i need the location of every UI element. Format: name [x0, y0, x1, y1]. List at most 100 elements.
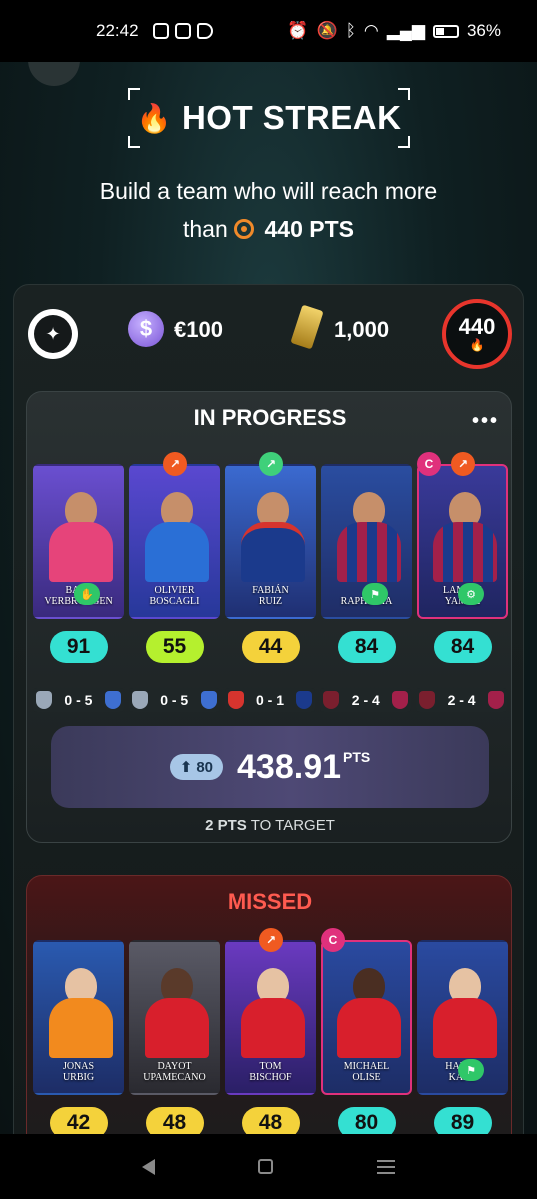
- boost-icon: ⚑: [362, 583, 388, 605]
- home-club-crest: [36, 691, 52, 709]
- player-card[interactable]: HARRYKANE ⚑: [417, 940, 508, 1095]
- league-badge-icon[interactable]: ✦: [28, 309, 78, 359]
- orange-boost-icon: ↗: [259, 928, 283, 952]
- player-name: OLIVIER BOSCAGLI: [149, 585, 200, 607]
- system-icons: ⏰ 🔕 ᛒ ◠ ▂▄▆ 36%: [287, 21, 501, 41]
- subtitle-line2: than 440 PTS: [0, 210, 537, 248]
- recents-icon[interactable]: [377, 1159, 396, 1174]
- player-kit: [241, 522, 305, 582]
- player-card[interactable]: TOM BISCHOF: [225, 940, 316, 1095]
- player-name: FABIÁN RUIZ: [252, 585, 289, 607]
- player-slot[interactable]: ↗ OLIVIER BOSCAGLI 55: [129, 452, 220, 663]
- fixture-result: 0 - 1: [224, 688, 316, 712]
- player-score: 91: [49, 631, 108, 663]
- player-score: 48: [145, 1107, 204, 1134]
- boost-icon: ⚑: [458, 1059, 484, 1081]
- player-slot[interactable]: C MICHAEL OLISE 80: [321, 928, 412, 1134]
- player-name: TOM BISCHOF: [249, 1061, 292, 1083]
- in-progress-card: IN PROGRESS ••• BARTVERBRUGGEN ✋ 91 ↗: [26, 391, 512, 843]
- back-icon[interactable]: [141, 1158, 155, 1175]
- missed-card: MISSED JONAS URBIG 42 DAYOT UPAMECANO 48…: [26, 875, 512, 1134]
- target-score-ring: 440 🔥: [442, 299, 512, 369]
- signal-icon: ▂▄▆: [386, 21, 425, 40]
- ring-score: 440: [458, 314, 496, 339]
- flame-icon: 🔥: [136, 102, 172, 134]
- player-card[interactable]: JONAS URBIG: [33, 940, 124, 1095]
- player-card[interactable]: OLIVIER BOSCAGLI: [129, 464, 220, 619]
- system-navigation-bar: [0, 1134, 537, 1199]
- player-score: 89: [433, 1107, 492, 1134]
- player-slot[interactable]: ↗ FABIÁN RUIZ 44: [225, 452, 316, 663]
- back-button[interactable]: [28, 62, 80, 86]
- target-icon: [234, 219, 255, 239]
- orange-boost-icon: ↗: [163, 452, 187, 476]
- player-score: 48: [241, 1107, 300, 1134]
- player-slot[interactable]: JONAS URBIG 42: [33, 940, 124, 1134]
- reward-value: 1,000: [334, 317, 390, 342]
- away-club-crest: [104, 691, 121, 709]
- captain-badge: C: [417, 452, 441, 476]
- boost-icon: ⚙: [458, 583, 484, 605]
- player-kit: [337, 998, 401, 1058]
- info-row: ✦ $ €100 1,000 440 🔥: [14, 285, 525, 377]
- home-club-crest: [419, 691, 436, 709]
- mute-icon: 🔕: [316, 21, 338, 40]
- battery-icon: [432, 24, 459, 38]
- player-kit: [337, 522, 401, 582]
- card-header: MISSED: [27, 876, 513, 928]
- home-club-crest: [323, 691, 340, 709]
- player-slot[interactable]: C ↗ LAMINEYAMAL ⚙ 84: [417, 452, 508, 663]
- player-slot[interactable]: BARTVERBRUGGEN ✋ 91: [33, 464, 124, 663]
- captain-badge: C: [321, 928, 345, 952]
- arrow-up-icon: ⬆: [179, 759, 193, 776]
- instagram-icon: [174, 23, 191, 39]
- player-slot[interactable]: ↗ TOM BISCHOF 48: [225, 928, 316, 1134]
- player-slot[interactable]: HARRYKANE ⚑ 89: [417, 940, 508, 1134]
- player-card[interactable]: LAMINEYAMAL ⚙: [417, 464, 508, 619]
- home-icon[interactable]: [258, 1159, 274, 1174]
- flame-icon: 🔥: [469, 338, 485, 352]
- player-name: MICHAEL OLISE: [343, 1061, 390, 1083]
- player-card[interactable]: FABIÁN RUIZ: [225, 464, 316, 619]
- battery-level: 36%: [466, 21, 501, 40]
- player-score: 80: [337, 1107, 396, 1134]
- boost-icon: ✋: [74, 583, 100, 605]
- player-score: 42: [49, 1107, 108, 1134]
- subtitle-line1: Build a team who will reach more: [99, 178, 438, 204]
- player-kit: [241, 998, 305, 1058]
- app-content: 🔥 HOT STREAK Build a team who will reach…: [0, 62, 537, 1134]
- away-club-crest: [200, 691, 217, 709]
- alarm-icon: ⏰: [287, 21, 309, 40]
- total-points: 438.91 PTS: [237, 747, 371, 786]
- player-kit: [433, 998, 497, 1058]
- player-slot[interactable]: DAYOT UPAMECANO 48: [129, 940, 220, 1134]
- more-options-icon[interactable]: •••: [472, 410, 499, 433]
- subtitle-than: than: [182, 216, 228, 242]
- coin-icon: $: [128, 311, 164, 347]
- card-pack-icon: [290, 304, 324, 350]
- title-text: HOT STREAK: [181, 99, 402, 136]
- player-card[interactable]: MICHAEL OLISE: [321, 940, 412, 1095]
- status-bar: 22:42 ⏰ 🔕 ᛒ ◠ ▂▄▆ 36%: [0, 0, 537, 62]
- player-score: 84: [433, 631, 492, 663]
- player-card[interactable]: DAYOT UPAMECANO: [129, 940, 220, 1095]
- player-kit: [49, 522, 113, 582]
- player-card[interactable]: RAPHINHA ⚑: [321, 464, 412, 619]
- player-score: 44: [241, 631, 300, 663]
- total-points-bar: ⬆ 80 438.91 PTS: [51, 726, 489, 808]
- home-club-crest: [227, 691, 244, 709]
- notification-icons: [152, 23, 213, 39]
- card-header: IN PROGRESS •••: [27, 392, 513, 444]
- away-club-crest: [392, 691, 409, 709]
- clock: 22:42: [96, 21, 139, 40]
- lineup-panel: ✦ $ €100 1,000 440 🔥 IN PROGRESS ••• ✋ 9…: [13, 284, 524, 1134]
- player-kit: [49, 998, 113, 1058]
- page-title: 🔥 HOT STREAK: [128, 88, 410, 148]
- challenge-description: Build a team who will reach more than 44…: [0, 172, 537, 248]
- bluetooth-icon: ᛒ: [345, 21, 356, 40]
- player-kit: [145, 998, 209, 1058]
- player-card[interactable]: BARTVERBRUGGEN ✋: [33, 464, 124, 619]
- player-kit: [433, 522, 497, 582]
- away-club-crest: [487, 691, 504, 709]
- player-slot[interactable]: RAPHINHA ⚑ 84: [321, 464, 412, 663]
